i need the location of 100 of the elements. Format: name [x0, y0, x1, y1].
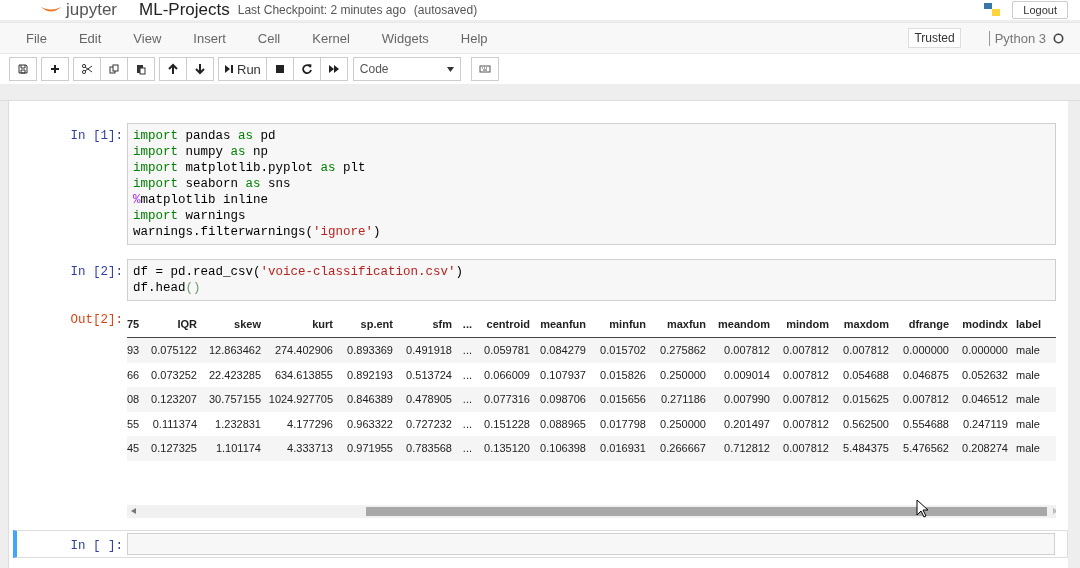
table-cell-text: 0.007812: [782, 368, 829, 381]
table-cell-text: 0.250000: [659, 417, 706, 430]
column-header: ...: [461, 318, 472, 330]
code-line: %matplotlib inline: [133, 192, 270, 208]
table-cell-text: 0.054688: [842, 368, 889, 381]
code-line: import numpy as np: [133, 144, 270, 160]
selected-cell[interactable]: In [ ]:: [13, 529, 1068, 558]
table-cell-text: 1024.927705: [267, 393, 333, 406]
table-cell-text: ...: [461, 393, 472, 406]
trusted-badge[interactable]: Trusted: [908, 28, 961, 48]
table-cell-text: 0.007812: [782, 417, 829, 430]
table-cell-text: male: [1015, 344, 1041, 357]
column-header: skew: [233, 318, 261, 330]
table-cell-text: 0.084279: [539, 344, 586, 357]
table-cell-text: 0.513724: [405, 368, 452, 381]
table-cell-text: 0.151228: [483, 417, 530, 430]
code-line: warnings.filterwarnings('ignore'): [133, 224, 382, 240]
checkpoint-text: Last Checkpoint: 2 minutes ago: [237, 3, 406, 17]
table-cell-text: 1.232831: [214, 417, 261, 430]
code-line: import matplotlib.pyplot as plt: [133, 160, 367, 176]
input-prompt: In [ ]:: [69, 537, 124, 555]
table-cell-text: 0.075122: [150, 344, 197, 357]
table-cell-text: 0.017798: [599, 417, 646, 430]
column-header: minfun: [608, 318, 646, 330]
menu-item[interactable]: Edit: [66, 30, 114, 46]
table-cell-text: 0.007812: [782, 344, 829, 357]
column-header: meandom: [717, 318, 770, 330]
menu-item[interactable]: Insert: [181, 30, 238, 46]
table-cell-text: 0.052632: [961, 368, 1008, 381]
column-header: centroid: [485, 318, 530, 330]
column-header: dfrange: [907, 318, 949, 330]
table-cell-text: male: [1015, 393, 1041, 406]
table-cell-text: 55: [127, 417, 141, 430]
kernel-name[interactable]: Python 3: [994, 30, 1046, 46]
code-line: df = pd.read_csv('voice-classification.csv'): [133, 264, 465, 280]
table-cell-text: ...: [461, 344, 472, 357]
autosave-text: (autosaved): [413, 3, 478, 17]
table-cell-text: 0.250000: [659, 368, 706, 381]
table-cell-text: 0.111374: [151, 417, 197, 430]
code-line: import seaborn as sns: [133, 176, 292, 192]
table-cell-text: 1.101174: [214, 442, 261, 455]
table-cell-text: male: [1015, 368, 1041, 381]
table-cell-text: 0.893369: [346, 344, 393, 357]
table-cell-text: 0.009014: [723, 368, 770, 381]
menu-item[interactable]: Cell: [245, 30, 293, 46]
table-cell-text: 0.007812: [902, 393, 949, 406]
table-cell-text: 45: [127, 442, 141, 455]
table-cell-text: 0.963322: [346, 417, 393, 430]
table-cell-text: 0.846389: [346, 393, 393, 406]
menu-item[interactable]: File: [14, 30, 59, 46]
code-line: import pandas as pd: [133, 128, 277, 144]
column-header: maxdom: [842, 318, 889, 330]
input-prompt: In [1]:: [69, 128, 124, 145]
code-line: df.head(): [133, 280, 202, 296]
column-header: label: [1015, 318, 1043, 330]
table-cell-text: 0.107937: [539, 368, 586, 381]
cell-type-dropdown[interactable]: Code: [352, 57, 461, 81]
table-cell-text: 0.266667: [659, 442, 706, 455]
column-header: sfm: [431, 318, 452, 330]
menu-item[interactable]: Widgets: [369, 30, 441, 46]
table-cell-text: 0.201497: [723, 417, 770, 430]
table-cell-text: 0.007812: [723, 344, 770, 357]
logout-button[interactable]: Logout: [1012, 1, 1068, 19]
table-cell-text: 30.757155: [208, 393, 261, 406]
column-header: meanfun: [539, 318, 586, 330]
column-header: mindom: [785, 318, 829, 330]
table-cell-text: 0.015826: [599, 368, 646, 381]
table-cell-text: 0.046512: [961, 393, 1008, 406]
table-cell-text: 0.127325: [150, 442, 197, 455]
run-button[interactable]: Run: [218, 57, 267, 81]
table-cell-text: 0.892193: [346, 368, 393, 381]
code-line: import warnings: [133, 208, 247, 224]
table-cell-text: 0.271186: [659, 393, 706, 406]
table-cell-text: 0.554688: [902, 417, 949, 430]
table-cell-text: 0.000000: [961, 344, 1008, 357]
table-cell-text: 5.476562: [902, 442, 949, 455]
menu-item[interactable]: Help: [448, 30, 500, 46]
table-cell-text: ...: [461, 368, 472, 381]
notebook-name[interactable]: ML-Projects: [139, 0, 230, 20]
column-header: modindx: [961, 318, 1008, 330]
table-cell-text: 0.059781: [483, 344, 530, 357]
table-cell-text: ...: [461, 417, 472, 430]
code-input[interactable]: df = pd.read_csv('voice-classification.csv') df.head(): [127, 259, 1056, 301]
code-input[interactable]: import pandas as pd import numpy as np import matplotlib.pyplot as plt import seaborn as sns %matplotlib inline import warnings warnings.filterwarnings('ignore'): [127, 123, 1056, 245]
menu-item[interactable]: View: [121, 30, 174, 46]
table-cell-text: 0.783568: [405, 442, 452, 455]
table-cell-text: 0.007990: [723, 393, 770, 406]
output-prompt: Out[2]:: [69, 312, 124, 329]
notebook-cell[interactable]: In [1]: import pandas as pd import numpy as np import matplotlib.pyplot as plt import seaborn as sns %matplotlib inline import warnings warnings.filterwarnings('ignore'): [13, 121, 1068, 247]
table-cell-text: 66: [127, 368, 141, 381]
menu-item[interactable]: Kernel: [300, 30, 362, 46]
table-cell-text: 0.247119: [961, 417, 1008, 430]
table-cell-text: 0.098706: [539, 393, 586, 406]
table-cell-text: 0.208274: [961, 442, 1008, 455]
table-cell-text: 0.015656: [599, 393, 646, 406]
table-cell-text: 274.402906: [273, 344, 333, 357]
column-header: IQR: [176, 318, 197, 330]
table-cell-text: 0.562500: [842, 417, 889, 430]
column-header: 75: [127, 318, 141, 330]
table-cell-text: 0.275862: [659, 344, 706, 357]
